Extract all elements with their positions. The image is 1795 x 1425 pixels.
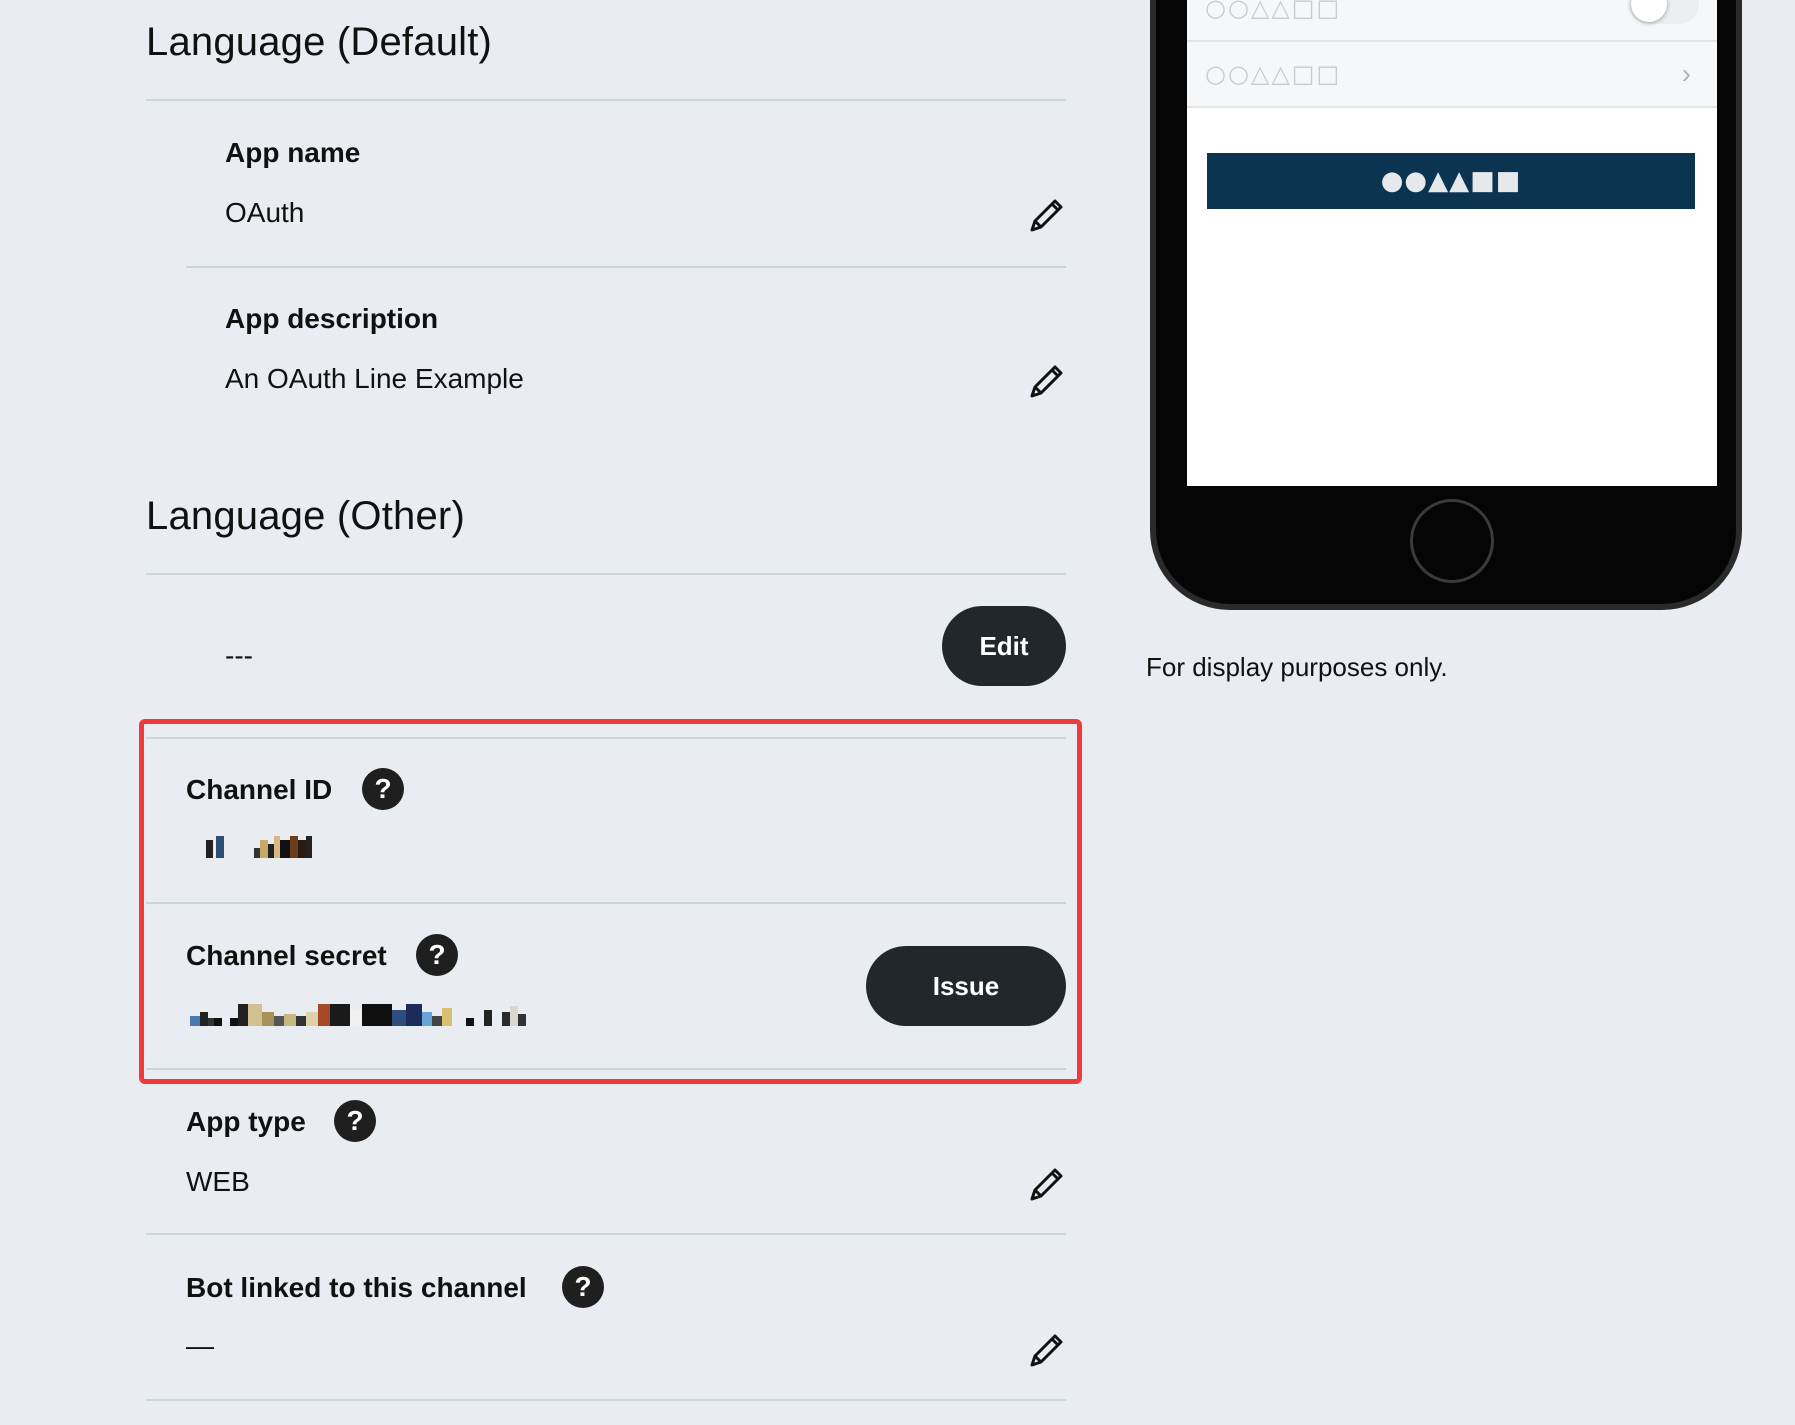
preview-link-row: ○○△△□□ › [1187, 42, 1717, 108]
app-name-label: App name [225, 137, 361, 168]
bot-linked-help-icon[interactable]: ? [562, 1266, 604, 1308]
edit-app-description-pencil-icon[interactable] [1026, 362, 1066, 402]
channel-settings-page: Language (Default) App name OAuth App de… [0, 0, 1795, 1425]
preview-toggle-row: ○○△△□□ [1187, 0, 1717, 42]
language-other-title: Language (Other) [146, 494, 465, 538]
highlight-box [139, 719, 1082, 1084]
app-type-label: App type [186, 1106, 306, 1137]
phone-screen: ○○△△□□ ○○△△□□ › ●●▲▲■■ [1187, 0, 1717, 486]
chevron-right-icon: › [1681, 58, 1691, 89]
toggle-switch [1629, 0, 1699, 24]
bot-linked-label: Bot linked to this channel [186, 1272, 527, 1303]
preview-caption: For display purposes only. [1146, 652, 1448, 682]
preview-action-button: ●●▲▲■■ [1207, 153, 1695, 209]
divider [186, 266, 1066, 268]
edit-language-button[interactable]: Edit [942, 606, 1066, 686]
divider [146, 1399, 1066, 1401]
app-name-value: OAuth [225, 197, 305, 228]
phone-preview: ○○△△□□ ○○△△□□ › ●●▲▲■■ [1150, 0, 1742, 610]
app-description-value: An OAuth Line Example [225, 363, 524, 394]
bot-linked-value: — [186, 1330, 214, 1361]
language-default-title: Language (Default) [146, 20, 493, 64]
edit-bot-linked-pencil-icon[interactable] [1026, 1331, 1066, 1371]
preview-row-placeholder: ○○△△□□ [1205, 60, 1342, 88]
edit-app-name-pencil-icon[interactable] [1026, 196, 1066, 236]
divider [146, 573, 1066, 575]
divider [146, 1233, 1066, 1235]
preview-row-placeholder: ○○△△□□ [1205, 0, 1342, 22]
app-type-value: WEB [186, 1166, 250, 1197]
app-description-label: App description [225, 303, 439, 334]
edit-app-type-pencil-icon[interactable] [1026, 1165, 1066, 1205]
app-type-help-icon[interactable]: ? [334, 1100, 376, 1142]
home-button [1410, 499, 1494, 583]
language-other-value: --- [225, 640, 253, 671]
divider [146, 99, 1066, 101]
